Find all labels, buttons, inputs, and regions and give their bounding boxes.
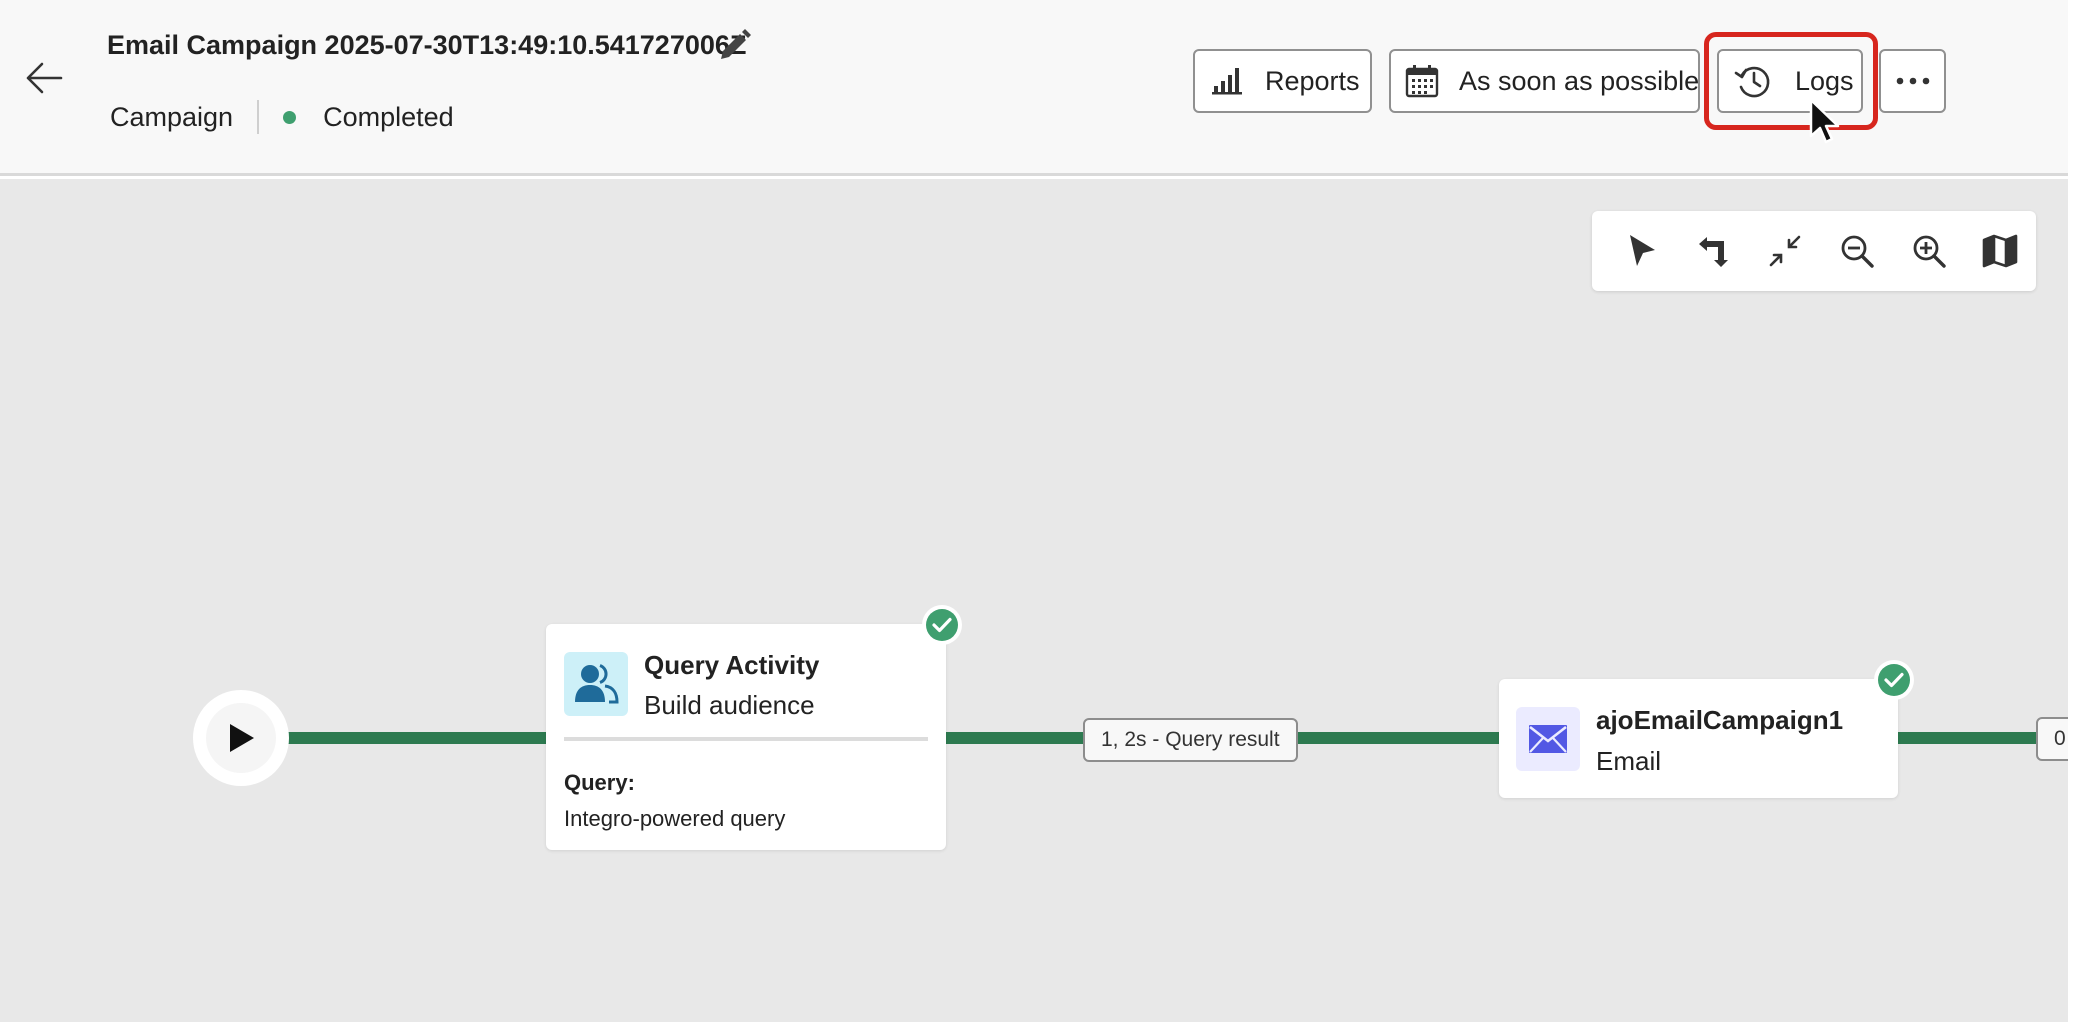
transition-label[interactable]: 1, 2s - Query result (1083, 718, 1298, 762)
campaign-title: Email Campaign 2025-07-30T13:49:10.54172… (107, 30, 747, 60)
email-activity-type: Email (1596, 746, 1662, 776)
map-icon (1982, 234, 2018, 268)
reports-label: Reports (1265, 65, 1360, 96)
connector-after-email (1897, 732, 2047, 744)
arrow-left-icon (26, 62, 63, 94)
campaign-meta: Campaign Completed (110, 98, 454, 136)
campaign-editor: Email Campaign 2025-07-30T13:49:10.54172… (0, 0, 2090, 1022)
query-value: Integro-powered query (564, 806, 786, 831)
email-activity-success-badge (1874, 660, 1914, 700)
status-dot (283, 110, 297, 124)
audience-icon (575, 664, 619, 704)
collapse-button[interactable] (1749, 221, 1821, 281)
select-icon (1629, 235, 1655, 266)
zoom-in-button[interactable] (1893, 221, 1965, 281)
logs-button[interactable]: Logs (1717, 49, 1863, 113)
page-scrollbar-track[interactable] (2068, 0, 2090, 1022)
reorganize-button[interactable] (1678, 221, 1750, 281)
zoom-out-icon (1841, 235, 1874, 268)
schedule-button[interactable]: As soon as possible (1389, 49, 1700, 113)
connector-start (285, 732, 547, 744)
status-label: Completed (323, 101, 454, 132)
email-activity-name: ajoEmailCampaign1 (1596, 705, 1844, 735)
checkmark-icon (1884, 672, 1904, 688)
canvas-toolbar (1592, 211, 2036, 291)
query-activity-name: Query Activity (644, 650, 820, 680)
logs-label: Logs (1795, 65, 1854, 96)
query-activity-type: Build audience (644, 690, 815, 720)
checkmark-icon (932, 617, 952, 633)
select-tool-button[interactable] (1606, 221, 1678, 281)
envelope-icon (1529, 725, 1567, 753)
edit-title-button[interactable] (716, 28, 752, 64)
query-activity-node[interactable]: Query Activity Build audience Query: Int… (546, 624, 946, 850)
campaign-type-label: Campaign (110, 101, 234, 132)
email-activity-node[interactable]: ajoEmailCampaign1 Email (1499, 679, 1898, 798)
zoom-in-icon (1913, 235, 1946, 268)
bar-chart-icon (1209, 66, 1247, 96)
email-activity-icon (1516, 707, 1580, 771)
back-button[interactable] (22, 56, 66, 100)
more-icon (1896, 77, 1929, 85)
pencil-icon (721, 29, 751, 59)
schedule-label: As soon as possible (1459, 65, 1700, 96)
meta-divider (257, 100, 260, 134)
start-node[interactable] (193, 690, 289, 786)
card-separator (564, 737, 928, 741)
campaign-header: Email Campaign 2025-07-30T13:49:10.54172… (0, 0, 2068, 176)
query-activity-success-badge (922, 605, 962, 645)
zoom-out-button[interactable] (1821, 221, 1893, 281)
query-label: Query: (564, 770, 635, 795)
reports-button[interactable]: Reports (1193, 49, 1372, 113)
collapse-icon (1769, 235, 1801, 267)
more-actions-button[interactable] (1879, 49, 1946, 113)
play-icon (230, 724, 254, 752)
workflow-canvas[interactable]: Query Activity Build audience Query: Int… (0, 179, 2090, 1022)
calendar-icon (1405, 64, 1439, 98)
minimap-button[interactable] (1964, 221, 2036, 281)
history-icon (1733, 63, 1773, 99)
reorganize-icon (1698, 237, 1728, 267)
start-node-inner (206, 703, 276, 773)
query-activity-icon (564, 652, 628, 716)
